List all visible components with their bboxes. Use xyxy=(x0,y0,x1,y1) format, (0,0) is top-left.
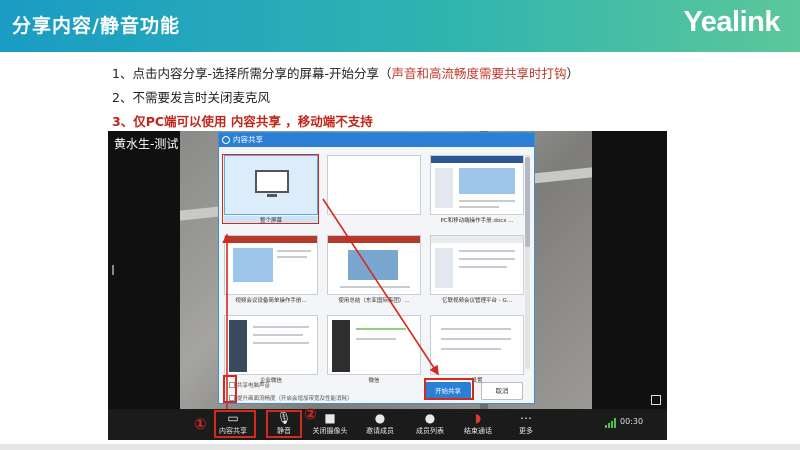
instruction-list: 1、点击内容分享-选择所需分享的屏幕-开始分享（声音和高流畅度需要共享时打钩） … xyxy=(112,62,579,134)
tile-caption: 亿联视频会议管理平台 - G... xyxy=(442,298,512,304)
end-call-button[interactable]: ◗ 结束通话 xyxy=(452,411,504,439)
tile-blank[interactable] xyxy=(327,155,421,227)
tile-summary[interactable]: 使用总结（东亚国际集团）... xyxy=(327,235,421,307)
tile-wechat[interactable]: 微信 xyxy=(327,315,421,387)
members-icon: ● xyxy=(424,411,436,425)
signal-icon xyxy=(605,418,617,428)
fluency-option[interactable]: 提升画面流畅度（开启会增加带宽及性能消耗） xyxy=(229,394,353,402)
invite-button[interactable]: ● 邀请成员 xyxy=(354,411,406,439)
callout-two: ② xyxy=(304,405,317,423)
participant-name: 黄水生-测试 xyxy=(114,137,179,151)
hangup-icon: ◗ xyxy=(474,411,482,425)
step-3-text: 仅PC端可以使用 内容共享 ，移动端不支持 xyxy=(133,114,373,129)
tile-caption: PC和移动端操作手册.docx ... xyxy=(440,218,514,224)
step-1-text: 1、点击内容分享-选择所需分享的屏幕-开始分享（ xyxy=(112,66,392,81)
callout-one: ① xyxy=(194,415,207,433)
header-bar: 分享内容/静音功能 Yealink xyxy=(0,0,800,52)
more-icon: ⋯ xyxy=(520,411,532,425)
tile-caption: 使用总结（东亚国际集团）... xyxy=(338,298,410,304)
fluency-label: 提升画面流畅度（开启会增加带宽及性能消耗） xyxy=(237,396,353,402)
dialog-scrollbar[interactable] xyxy=(525,155,530,369)
cancel-button[interactable]: 取消 xyxy=(481,382,523,400)
dialog-header: 内容共享 xyxy=(219,133,534,147)
prev-arrow-icon[interactable] xyxy=(112,265,117,275)
dialog-title: 内容共享 xyxy=(233,135,263,144)
tile-doc-manual[interactable]: PC和移动端操作手册.docx ... xyxy=(430,155,524,227)
page-title: 分享内容/静音功能 xyxy=(12,15,180,37)
add-user-icon: ● xyxy=(374,411,386,425)
tile-platform[interactable]: 亿联视频会议管理平台 - G... xyxy=(430,235,524,307)
highlight-options xyxy=(223,375,237,403)
members-button[interactable]: ● 成员列表 xyxy=(404,411,456,439)
slide: 分享内容/静音功能 Yealink 1、点击内容分享-选择所需分享的屏幕-开始分… xyxy=(0,0,800,450)
tile-wecom[interactable]: 企业微信 xyxy=(224,315,318,387)
step-2: 2、不需要发言时关闭麦克风 xyxy=(112,90,270,105)
tile-caption: 视频会议设备简单操作手册... xyxy=(235,298,307,304)
call-timer: 00:30 xyxy=(620,417,644,426)
tile-settings[interactable]: 设置 xyxy=(430,315,524,387)
more-button[interactable]: ⋯ 更多 xyxy=(500,411,552,439)
tile-caption: 微信 xyxy=(368,378,380,384)
step-3-index: 3、 xyxy=(112,114,134,129)
step-1-close: ） xyxy=(566,66,580,81)
footer-bar xyxy=(0,444,800,450)
highlight-share-button xyxy=(214,410,256,438)
step-1-note: 声音和高流畅度需要共享时打钩 xyxy=(391,66,567,81)
fullscreen-icon[interactable] xyxy=(651,395,661,405)
meeting-toolbar: ▭ 内容共享 🎙 静音 ■ 关闭摄像头 ● 邀请成员 ● 成员列表 ◗ 结束通话 xyxy=(108,409,667,440)
highlight-mute-button xyxy=(266,410,302,438)
highlight-whole-screen xyxy=(222,154,319,224)
step-1: 1、点击内容分享-选择所需分享的屏幕-开始分享（声音和高流畅度需要共享时打钩） xyxy=(112,62,579,86)
share-sound-label: 共享电脑声音 xyxy=(237,383,271,389)
share-icon xyxy=(222,136,230,144)
highlight-start-button xyxy=(424,378,474,400)
brand-logo: Yealink xyxy=(683,6,781,38)
meeting-screenshot: 黄水生-测试 内容共享 整个屏幕 PC和移动端操作手册.docx ... 视频会… xyxy=(108,131,667,440)
tile-device-manual[interactable]: 视频会议设备简单操作手册... xyxy=(224,235,318,307)
